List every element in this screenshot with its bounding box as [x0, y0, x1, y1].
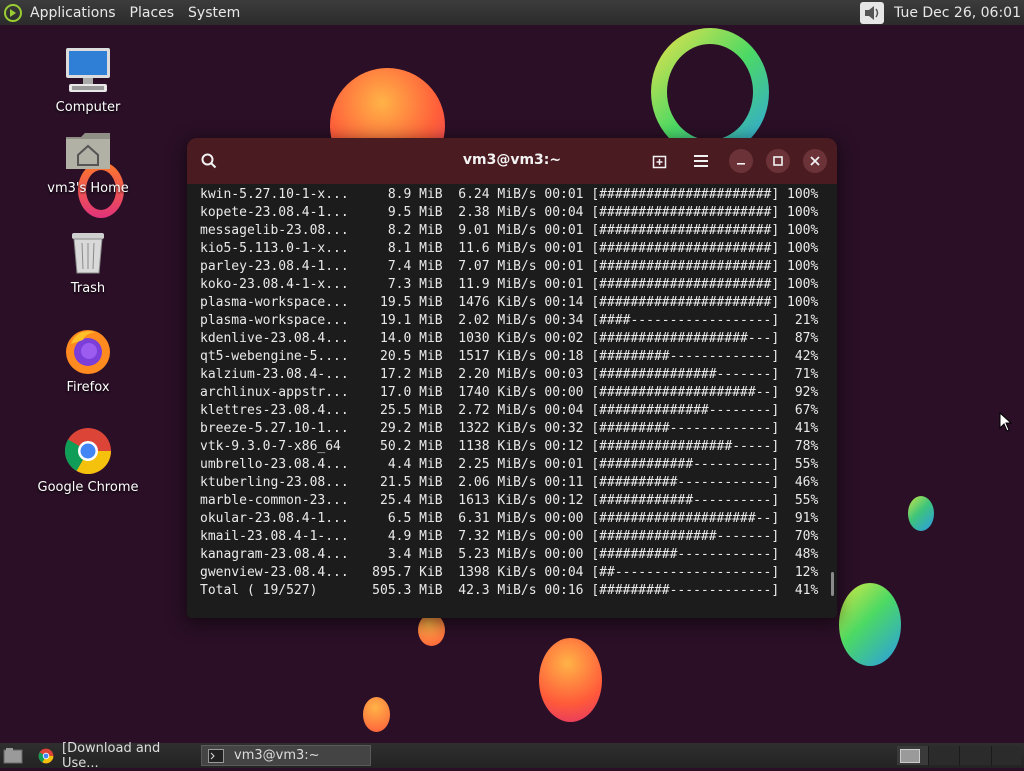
terminal-line: kdenlive-23.08.4... 14.0 MiB 1030 KiB/s … — [200, 331, 819, 346]
desktop-icon-label: vm3's Home — [47, 181, 129, 196]
terminal-scrollbar[interactable] — [831, 572, 834, 596]
chrome-icon — [38, 748, 54, 764]
terminal-line: kalzium-23.08.4-... 17.2 MiB 2.20 MiB/s … — [200, 367, 819, 382]
wallpaper-blob — [363, 697, 390, 732]
terminal-line: messagelib-23.08... 8.2 MiB 9.01 MiB/s 0… — [200, 223, 819, 238]
terminal-titlebar[interactable]: vm3@vm3:~ — [187, 138, 837, 184]
computer-icon — [63, 46, 113, 96]
wallpaper-blob — [539, 638, 602, 722]
hamburger-menu-icon[interactable] — [689, 149, 713, 173]
terminal-line: breeze-5.27.10-1... 29.2 MiB 1322 KiB/s … — [200, 421, 819, 436]
terminal-line: kanagram-23.08.4... 3.4 MiB 5.23 MiB/s 0… — [200, 547, 819, 562]
terminal-line: ktuberling-23.08... 21.5 MiB 2.06 MiB/s … — [200, 475, 819, 490]
system-menu-label: System — [188, 4, 241, 21]
terminal-line: umbrello-23.08.4... 4.4 MiB 2.25 MiB/s 0… — [200, 457, 819, 472]
terminal-line: plasma-workspace... 19.1 MiB 2.02 MiB/s … — [200, 313, 819, 328]
terminal-line: archlinux-appstr... 17.0 MiB 1740 KiB/s … — [200, 385, 819, 400]
workspace-1[interactable] — [897, 746, 929, 765]
terminal-output[interactable]: kwin-5.27.10-1-x... 8.9 MiB 6.24 MiB/s 0… — [187, 184, 837, 618]
desktop-icon-firefox[interactable]: Firefox — [33, 326, 143, 395]
desktop-icon-home[interactable]: vm3's Home — [33, 129, 143, 196]
top-panel: Applications Places System Tue Dec 26, 0… — [0, 0, 1024, 25]
wallpaper-blob — [839, 583, 901, 666]
terminal-icon — [208, 748, 224, 763]
terminal-line: plasma-workspace... 19.5 MiB 1476 KiB/s … — [200, 295, 819, 310]
volume-icon[interactable] — [860, 1, 885, 24]
close-icon[interactable] — [803, 149, 827, 173]
terminal-line: gwenview-23.08.4... 895.7 KiB 1398 KiB/s… — [200, 565, 819, 580]
wallpaper-ring — [651, 28, 769, 156]
taskbar-item-label: vm3@vm3:~ — [234, 748, 320, 763]
workspace-switcher[interactable] — [897, 746, 1022, 765]
bottom-panel: [Download and Use... vm3@vm3:~ — [0, 741, 1024, 771]
terminal-line: okular-23.08.4-1... 6.5 MiB 6.31 MiB/s 0… — [200, 511, 819, 526]
terminal-line: kio5-5.113.0-1-x... 8.1 MiB 11.6 MiB/s 0… — [200, 241, 819, 256]
taskbar-item-chrome[interactable]: [Download and Use... — [32, 741, 200, 771]
show-desktop-icon[interactable] — [3, 747, 23, 764]
maximize-icon[interactable] — [766, 149, 790, 173]
wallpaper-blob — [908, 496, 934, 531]
workspace-2[interactable] — [928, 746, 960, 765]
distro-logo-icon — [4, 3, 22, 22]
applications-menu[interactable]: Applications — [0, 0, 123, 25]
firefox-icon — [63, 326, 113, 376]
taskbar-item-terminal[interactable]: vm3@vm3:~ — [201, 745, 371, 766]
system-menu[interactable]: System — [181, 0, 247, 25]
desktop-icon-computer[interactable]: Computer — [33, 46, 143, 115]
trash-icon — [63, 227, 113, 277]
terminal-line: kwin-5.27.10-1-x... 8.9 MiB 6.24 MiB/s 0… — [200, 187, 819, 202]
terminal-line: vtk-9.3.0-7-x86_64 50.2 MiB 1138 KiB/s 0… — [200, 439, 819, 454]
workspace-4[interactable] — [991, 746, 1022, 765]
desktop-icon-label: Trash — [70, 281, 106, 296]
places-menu-label: Places — [129, 4, 175, 21]
terminal-line: kopete-23.08.4-1... 9.5 MiB 2.38 MiB/s 0… — [200, 205, 819, 220]
terminal-line: qt5-webengine-5.... 20.5 MiB 1517 KiB/s … — [200, 349, 819, 364]
workspace-3[interactable] — [960, 746, 992, 765]
clock[interactable]: Tue Dec 26, 06:01 — [884, 5, 1024, 21]
desktop-icon-trash[interactable]: Trash — [33, 227, 143, 296]
desktop-icon-chrome[interactable]: Google Chrome — [33, 426, 143, 495]
home-folder-icon — [63, 129, 113, 179]
new-tab-icon[interactable] — [648, 149, 672, 173]
terminal-line: klettres-23.08.4... 25.5 MiB 2.72 MiB/s … — [200, 403, 819, 418]
terminal-line: kmail-23.08.4-1-... 4.9 MiB 7.32 MiB/s 0… — [200, 529, 819, 544]
terminal-window[interactable]: vm3@vm3:~ kwin-5.27.10-1-x... 8.9 MiB 6.… — [187, 138, 837, 618]
terminal-line: koko-23.08.4-1-x... 7.3 MiB 11.9 MiB/s 0… — [200, 277, 819, 292]
mouse-cursor-icon — [999, 411, 1013, 432]
chrome-icon — [63, 426, 113, 476]
applications-menu-label: Applications — [30, 4, 116, 21]
desktop-icon-label: Google Chrome — [37, 480, 139, 495]
terminal-line: marble-common-23... 25.4 MiB 1613 KiB/s … — [200, 493, 819, 508]
taskbar-item-label: [Download and Use... — [62, 740, 161, 771]
terminal-line: parley-23.08.4-1... 7.4 MiB 7.07 MiB/s 0… — [200, 259, 819, 274]
terminal-line: Total ( 19/527) 505.3 MiB 42.3 MiB/s 00:… — [200, 583, 819, 598]
places-menu[interactable]: Places — [123, 0, 182, 25]
desktop-icon-label: Computer — [55, 100, 121, 115]
desktop-icon-label: Firefox — [66, 380, 110, 395]
wallpaper-blob — [418, 614, 445, 646]
minimize-icon[interactable] — [729, 149, 753, 173]
